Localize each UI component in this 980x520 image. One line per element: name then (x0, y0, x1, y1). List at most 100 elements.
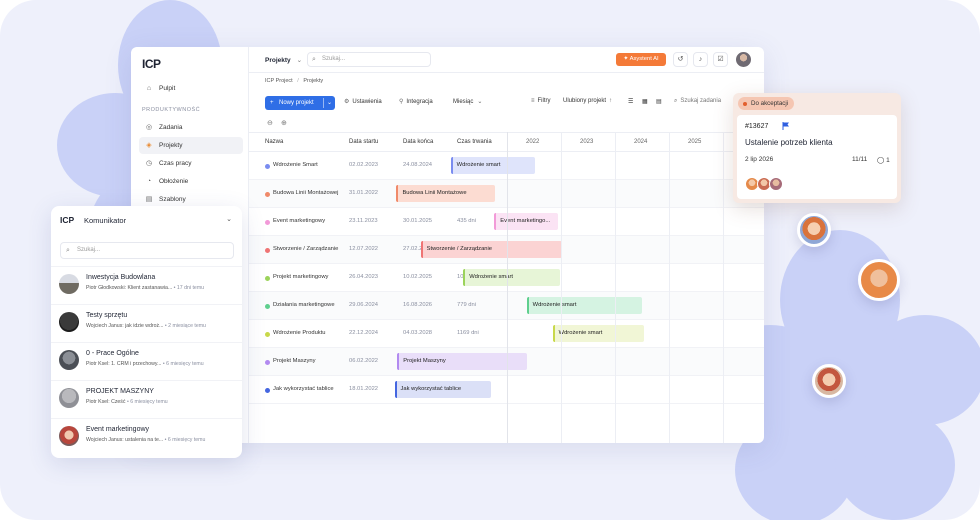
chat-preview: Piotr Ksel: Cześć • 6 miesięcy temu (86, 399, 168, 405)
user-avatar[interactable] (736, 52, 751, 67)
new-project-label: Nowy projekt (279, 100, 314, 106)
gantt-bar[interactable]: Wdrożenie smart (552, 325, 644, 342)
gantt-bar-edge (420, 241, 423, 258)
sidebar-item-zadania[interactable]: ◎ Zadania (139, 119, 243, 136)
avatar (769, 177, 783, 191)
search-icon: ⌕ (66, 247, 70, 254)
tasks-icon[interactable]: ☑ (713, 52, 728, 67)
chat-list-item[interactable]: Event marketingowy Wojciech Janus: ustale… (51, 418, 242, 456)
sidebar-item-obciazenie[interactable]: ◔ Obłożenie (139, 173, 243, 190)
sidebar-item-label: Projekty (159, 142, 183, 149)
gantt-bar-label: Budowa Linii Montażowe (402, 190, 467, 196)
year-header: 2022 (526, 139, 540, 145)
project-select[interactable]: Projekty ⌄ (265, 56, 302, 64)
chat-name: Event marketingowy (86, 426, 150, 433)
sidebar-item-projekty[interactable]: ◈ Projekty (139, 137, 243, 154)
gantt-bar[interactable]: Event marketingo... (494, 213, 559, 230)
chat-name: PROJEKT MASZYNY (86, 388, 154, 395)
task-title: Ustalenie potrzeb klienta (745, 138, 833, 147)
clock-icon: ◷ (145, 159, 153, 167)
sidebar-item-pulpit[interactable]: ⌂ Pulpit (139, 80, 243, 97)
template-icon: ▤ (145, 195, 153, 203)
table-cell-name: Wdrożenie Produktu (273, 330, 326, 336)
column-header-end[interactable]: Data końca (403, 139, 433, 145)
chat-list-item[interactable]: Testy sprzętu Wojciech Janus: jak idzie w… (51, 304, 242, 342)
table-cell-end: 04.03.2028 (403, 330, 433, 336)
communicator-search-input[interactable]: ⌕ Szukaj... (60, 242, 234, 259)
sort-arrow-icon: ↑ (609, 98, 613, 104)
chat-name: Testy sprzętu (86, 312, 128, 319)
gantt-bar-edge (463, 269, 466, 286)
column-header-name[interactable]: Nazwa (265, 139, 283, 145)
avatar (59, 388, 79, 408)
check-circle-icon: ◎ (145, 123, 153, 131)
year-header: 2023 (580, 139, 594, 145)
sort-button[interactable]: Ulubiony projekt ↑ (563, 98, 615, 104)
bell-icon[interactable]: ♪ (693, 52, 708, 67)
filter-icon: ≡ (531, 98, 535, 104)
task-search-input[interactable]: ⌕ Szukaj zadania (674, 98, 721, 105)
chat-preview-text: Piotr Ksel: Cześć (86, 399, 127, 405)
gantt-bar[interactable]: Jak wykorzystać tablice (394, 381, 491, 398)
filters-button[interactable]: ≡ Filtry (531, 98, 551, 104)
chat-preview: Wojciech Janus: jak idzie wdroż... • 2 m… (86, 323, 206, 329)
home-icon: ⌂ (146, 84, 152, 92)
chevron-down-icon: ⌄ (296, 57, 303, 64)
sidebar-item-czas-pracy[interactable]: ◷ Czas pracy (139, 155, 243, 172)
chat-list-item[interactable]: 0 - Prace Ogólne Piotr Ksel: 1. CRM i prz… (51, 342, 242, 380)
plus-icon: + (270, 100, 274, 106)
table-cell-start: 29.06.2024 (349, 302, 379, 308)
gear-icon: ⚙ (344, 99, 350, 105)
status-dot (265, 304, 270, 309)
ai-assistant-button[interactable]: ✦ Asystent AI (616, 53, 666, 66)
gantt-bar-edge (526, 297, 529, 314)
sidebar-item-label: Szablony (159, 196, 186, 203)
chat-list-item[interactable]: Inwestycja Budowlana Piotr Głodkowski: Kl… (51, 266, 242, 304)
task-card[interactable]: Do akceptacji #13627 Ustalenie potrzeb k… (733, 93, 901, 203)
gantt-bar[interactable]: Wdrożenie smart (526, 297, 642, 314)
column-header-start[interactable]: Data startu (349, 139, 378, 145)
chat-list-item[interactable]: PROJEKT MASZYNY Piotr Ksel: Cześć • 6 mie… (51, 380, 242, 418)
gantt-bar[interactable]: Wdrożenie smart (463, 269, 560, 286)
settings-button[interactable]: ⚙ Ustawienia (344, 98, 382, 105)
gantt-bar-label: Jak wykorzystać tablice (400, 386, 462, 392)
calendar-view-icon[interactable]: ▤ (656, 98, 662, 105)
task-search-placeholder: Szukaj zadania (680, 98, 722, 104)
column-header-duration[interactable]: Czas trwania (457, 139, 492, 145)
zoom-in-icon[interactable]: ⊕ (281, 119, 287, 127)
avatar (59, 350, 79, 370)
breadcrumb-item[interactable]: ICP Project (265, 78, 293, 84)
table-cell-end: 10.02.2025 (403, 274, 433, 280)
task-id: #13627 (745, 123, 769, 130)
integration-button[interactable]: ⚲ Integracja (399, 98, 433, 105)
gantt-grid-line (669, 132, 670, 443)
flag-icon (782, 122, 789, 130)
table-cell-name: Event marketingowy (273, 218, 326, 224)
load-icon: ◔ (146, 177, 152, 185)
period-select[interactable]: Miesiąc ⌄ (453, 98, 485, 105)
breadcrumb: ICP Project / Projekty (265, 78, 324, 84)
gantt-bar[interactable]: Wdrożenie smart (450, 157, 535, 174)
new-project-button[interactable]: + Nowy projekt ⌄ (265, 96, 335, 110)
gantt-view-icon[interactable]: ▦ (642, 98, 648, 105)
avatar (858, 259, 900, 301)
chevron-down-icon[interactable]: ⌄ (226, 215, 232, 223)
sidebar-section-label: PRODUKTYWNOŚĆ (142, 107, 201, 113)
status-dot (265, 332, 270, 337)
gantt-bar-edge (394, 381, 397, 398)
global-search-input[interactable]: ⌕ Szukaj... (307, 52, 431, 67)
sort-label: Ulubiony projekt (563, 98, 607, 104)
status-dot (265, 360, 270, 365)
list-view-icon[interactable]: ☰ (628, 98, 633, 105)
chat-name: Inwestycja Budowlana (86, 274, 156, 281)
history-icon[interactable]: ↺ (673, 52, 688, 67)
gantt-bar[interactable]: Budowa Linii Montażowe (396, 185, 496, 202)
breadcrumb-item[interactable]: Projekty (303, 78, 323, 84)
gantt-bar-label: Wdrożenie smart (456, 162, 501, 168)
gantt-bar[interactable]: Stworzenie / Zarządzanie (420, 241, 563, 258)
gantt-grid-line (507, 132, 508, 443)
chat-time: • 6 miesięcy temu (164, 437, 206, 443)
chevron-down-icon[interactable]: ⌄ (327, 96, 332, 110)
table-cell-name: Wdrożenie Smart (273, 162, 318, 168)
zoom-out-icon[interactable]: ⊖ (267, 119, 273, 127)
